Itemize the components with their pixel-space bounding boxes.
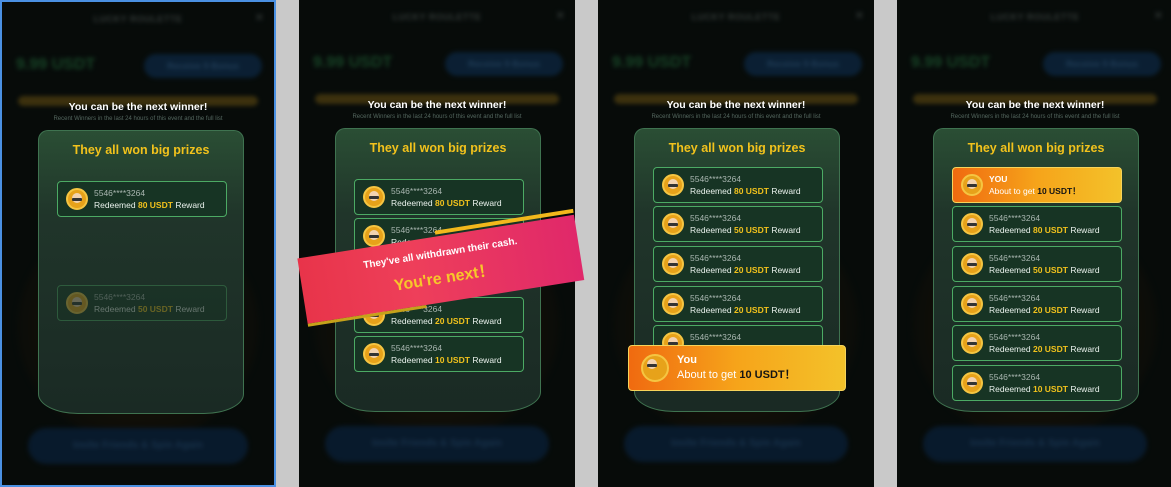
winner-card: 5546****3264 Redeemed 20 USDT Reward <box>952 286 1122 322</box>
user-id: 5546****3264 <box>989 213 1041 223</box>
reward-line: Redeemed 20 USDT Reward <box>391 316 502 326</box>
winner-card: 5546****3264 Redeemed 50 USDT Reward <box>57 285 227 321</box>
panel-title: They all won big prizes <box>668 141 806 155</box>
you-card: YOU About to get 10 USDT！ <box>952 167 1122 203</box>
user-id: 5546****3264 <box>690 174 742 184</box>
reward-line: Redeemed 80 USDT Reward <box>690 186 801 196</box>
subline: Recent Winners in the last 24 hours of t… <box>53 116 223 122</box>
user-id: 5546****3264 <box>690 293 742 303</box>
winner-card: 5546****3264 Redeemed 50 USDT Reward <box>653 206 823 242</box>
reward-line: Redeemed 20 USDT Reward <box>690 305 801 315</box>
reward-line: Redeemed 50 USDT Reward <box>989 265 1100 275</box>
screen-frame-4: LUCKY ROULETTE ✕ 9.99 USDT Receive 9 Bon… <box>897 0 1171 487</box>
avatar <box>961 253 983 275</box>
winner-card: 5546****3264 Redeemed 80 USDT Reward <box>354 179 524 215</box>
you-reward-line: About to get 10 USDT！ <box>989 186 1081 196</box>
panel-title: They all won big prizes <box>369 141 507 155</box>
subline: Recent Winners in the last 24 hours of t… <box>950 114 1120 120</box>
reward-line: Redeemed 20 USDT Reward <box>690 265 801 275</box>
screen-frame-3: LUCKY ROULETTE ✕ 9.99 USDT Receive 9 Bon… <box>598 0 874 487</box>
winner-card: 5546****3264 Redeemed 10 USDT Reward <box>952 365 1122 401</box>
headline: You can be the next winner! <box>68 101 208 113</box>
headline: You can be the next winner! <box>965 99 1105 111</box>
user-id: 5546****3264 <box>690 253 742 263</box>
user-id: 5546****3264 <box>391 343 443 353</box>
reward-line: Redeemed 80 USDT Reward <box>989 225 1100 235</box>
user-id: 5546****3264 <box>989 332 1041 342</box>
winner-card: 5546****3264 Redeemed 10 USDT Reward <box>354 336 524 372</box>
avatar <box>662 293 684 315</box>
user-id: 5546****3264 <box>94 188 146 198</box>
avatar <box>363 343 385 365</box>
reward-line: Redeemed 10 USDT Reward <box>989 384 1100 394</box>
you-label: YOU <box>989 174 1008 184</box>
user-id: 5546****3264 <box>94 292 146 302</box>
avatar <box>66 188 88 210</box>
winner-card: 5546****3264 Redeemed 20 USDT Reward <box>653 246 823 282</box>
reward-line: Redeemed 80 USDT Reward <box>391 198 502 208</box>
subline: Recent Winners in the last 24 hours of t… <box>352 114 522 120</box>
avatar <box>66 292 88 314</box>
avatar <box>363 186 385 208</box>
user-id: 5546****3264 <box>391 186 443 196</box>
user-id: 5546****3264 <box>989 372 1041 382</box>
reward-line: Redeemed 20 USDT Reward <box>989 344 1100 354</box>
reward-line: Redeemed 20 USDT Reward <box>989 305 1100 315</box>
avatar <box>961 372 983 394</box>
winner-card: 5546****3264 Redeemed 20 USDT Reward <box>653 286 823 322</box>
winner-card: 5546****3264 Redeemed 80 USDT Reward <box>57 181 227 217</box>
reward-line: Redeemed 10 USDT Reward <box>391 355 502 365</box>
screen-frame-1: LUCKY ROULETTE ✕ 9.99 USDT Receive 9 Bon… <box>0 0 276 487</box>
you-label: You <box>677 354 697 366</box>
panel-title: They all won big prizes <box>967 141 1105 155</box>
you-reward-line: About to get 10 USDT！ <box>677 369 796 381</box>
avatar <box>662 253 684 275</box>
avatar <box>662 174 684 196</box>
subline: Recent Winners in the last 24 hours of t… <box>651 114 821 120</box>
you-card: You About to get 10 USDT！ <box>628 345 846 391</box>
reward-line: Redeemed 80 USDT Reward <box>94 200 205 210</box>
avatar <box>641 354 669 382</box>
winner-card: 5546****3264 Redeemed 80 USDT Reward <box>653 167 823 203</box>
winners-panel: They all won big prizes 5546****3264 Red… <box>38 130 244 414</box>
winner-card: 5546****3264 Redeemed 50 USDT Reward <box>952 246 1122 282</box>
headline: You can be the next winner! <box>666 99 806 111</box>
user-id: 5546****3264 <box>690 332 742 342</box>
user-id: 5546****3264 <box>989 253 1041 263</box>
winner-card: 5546****3264 Redeemed 80 USDT Reward <box>952 206 1122 242</box>
panel-title: They all won big prizes <box>72 143 210 157</box>
user-id: 5546****3264 <box>690 213 742 223</box>
avatar <box>961 174 983 196</box>
avatar <box>961 293 983 315</box>
avatar <box>961 213 983 235</box>
avatar <box>961 332 983 354</box>
winners-panel: They all won big prizes YOU About to get… <box>933 128 1139 412</box>
user-id: 5546****3264 <box>989 293 1041 303</box>
reward-line: Redeemed 50 USDT Reward <box>690 225 801 235</box>
headline: You can be the next winner! <box>367 99 507 111</box>
reward-line: Redeemed 50 USDT Reward <box>94 304 205 314</box>
winner-card: 5546****3264 Redeemed 20 USDT Reward <box>952 325 1122 361</box>
avatar <box>662 213 684 235</box>
